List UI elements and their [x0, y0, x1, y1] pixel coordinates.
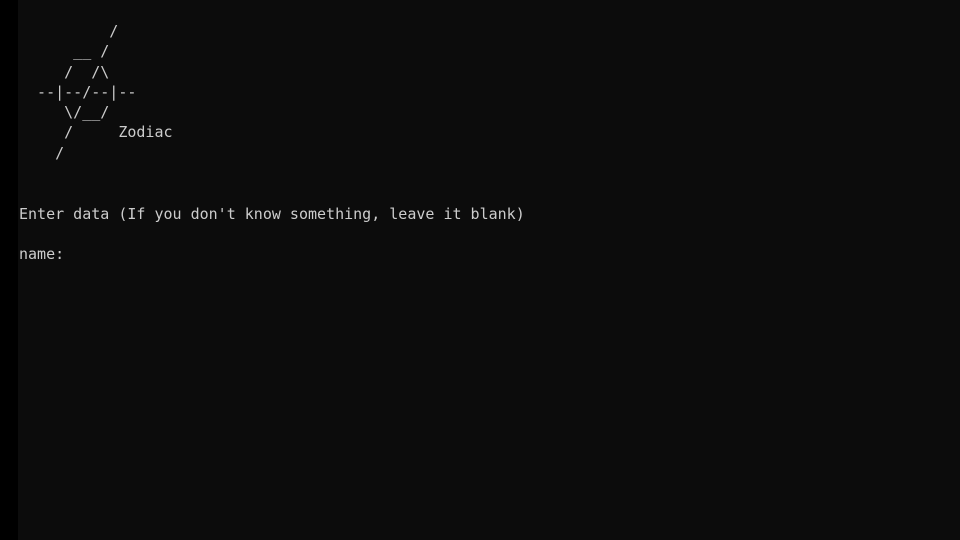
banner-line: /	[19, 22, 119, 40]
window-left-edge	[0, 0, 18, 540]
name-prompt: name:	[19, 245, 65, 264]
banner-line: --|--/--|--	[19, 82, 137, 101]
banner-line: /	[19, 143, 65, 162]
instruction-text: Enter data (If you don't know something,…	[19, 204, 525, 223]
banner-line: / /\	[19, 62, 110, 81]
console-window[interactable]: / __ / / /\ --|--/--|-- \/__/ / Zodiac /…	[18, 0, 960, 540]
banner-line: __ /	[19, 42, 110, 61]
banner-line: \/__/	[19, 103, 110, 122]
banner-line-with-title: / Zodiac	[19, 123, 173, 142]
name-input-line[interactable]: name:	[19, 244, 525, 264]
console-output: / __ / / /\ --|--/--|-- \/__/ / Zodiac /…	[19, 21, 525, 265]
